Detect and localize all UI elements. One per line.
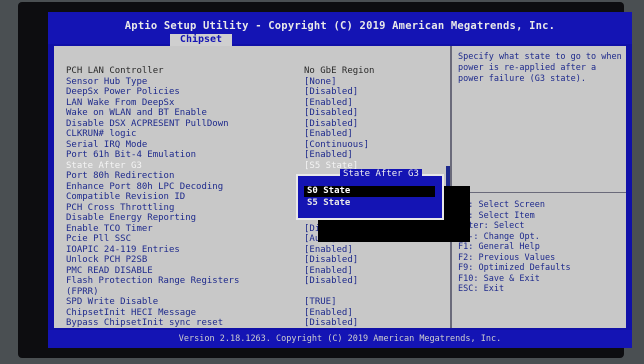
setting-row[interactable]: Wake on WLAN and BT Enable [Disabled] xyxy=(66,108,446,118)
main-panel: PCH LAN Controller No GbE Region Sensor Hu… xyxy=(54,46,626,328)
setting-label: PCH LAN Controller xyxy=(66,66,164,76)
help-text: Specify what state to go to when power i… xyxy=(458,52,622,84)
key-select-item: ↑↓: Select Item xyxy=(458,210,535,221)
setting-value[interactable]: [Continuous] xyxy=(304,140,369,150)
setting-label: Unlock PCH P2SB xyxy=(66,255,148,265)
setting-label: SPD Write Disable xyxy=(66,297,159,307)
key-select-screen: →←: Select Screen xyxy=(458,200,545,210)
setting-value[interactable]: [Disabled] xyxy=(304,255,358,265)
monitor-bezel: Aptio Setup Utility - Copyright (C) 2019… xyxy=(18,2,632,358)
key-f9: F9: Optimized Defaults xyxy=(458,263,571,273)
help-divider xyxy=(452,192,626,193)
setting-row[interactable]: CLKRUN# logic [Enabled] xyxy=(66,129,446,139)
setting-label: Sensor Hub Type xyxy=(66,76,148,87)
option-s5-state[interactable]: S5 State xyxy=(304,198,435,209)
footer-version: Version 2.18.1263. Copyright (C) 2019 Am… xyxy=(48,330,632,348)
key-f2: F2: Previous Values xyxy=(458,252,556,263)
setting-row[interactable]: LAN Wake From DeepSx [Enabled] xyxy=(66,98,446,108)
popup-title: State After G3 xyxy=(340,169,422,179)
setting-label: Serial IRQ Mode xyxy=(66,139,148,150)
key-esc: ESC: Exit xyxy=(458,284,505,294)
setting-label: Compatible Revision ID xyxy=(66,192,186,202)
setting-value[interactable]: [Enabled] xyxy=(304,308,353,318)
setting-value[interactable]: [Disabled] xyxy=(304,87,358,97)
setting-label: Port 80h Redirection xyxy=(66,171,175,181)
setting-row[interactable]: Unlock PCH P2SB [Disabled] xyxy=(66,255,446,265)
setting-value[interactable]: [Enabled] xyxy=(304,266,353,276)
title-bar: Aptio Setup Utility - Copyright (C) 2019… xyxy=(48,12,632,46)
setting-row[interactable]: (FPRR) xyxy=(66,287,446,297)
key-legend: →←: Select Screen ↑↓: Select Item Enter:… xyxy=(458,200,624,295)
setting-value[interactable]: [TRUE] xyxy=(304,297,337,307)
setting-row[interactable]: Flash Protection Range Registers [Disable… xyxy=(66,276,446,286)
setting-label: PMC READ DISABLE xyxy=(66,265,153,276)
tab-chipset[interactable]: Chipset xyxy=(170,34,232,46)
state-after-g3-popup: State After G3 S0 State S5 State xyxy=(296,169,444,220)
key-f1: F1: General Help xyxy=(458,242,540,252)
setting-value[interactable]: [Enabled] xyxy=(304,98,353,108)
setting-row[interactable]: ChipsetInit HECI Message [Enabled] xyxy=(66,308,446,318)
setting-label: Disable DSX ACPRESENT PullDown xyxy=(66,118,229,129)
setting-row[interactable]: Port 61h Bit-4 Emulation [Enabled] xyxy=(66,150,446,160)
setting-row[interactable]: Serial IRQ Mode [Continuous] xyxy=(66,140,446,150)
setting-label: Bypass ChipsetInit sync reset xyxy=(66,318,224,328)
setting-row[interactable]: PMC READ DISABLE [Enabled] xyxy=(66,266,446,276)
setting-row[interactable]: Bypass ChipsetInit sync reset [Disabled] xyxy=(66,318,446,328)
setting-value[interactable]: [None] xyxy=(304,77,337,87)
setting-label: Pcie Pll SSC xyxy=(66,234,132,244)
setting-row[interactable]: Disable DSX ACPRESENT PullDown [Disabled] xyxy=(66,119,446,129)
option-s0-state[interactable]: S0 State xyxy=(304,186,435,197)
setting-label: Flash Protection Range Registers xyxy=(66,276,240,286)
setting-label: Enhance Port 80h LPC Decoding xyxy=(66,181,224,192)
setting-label: Enable TCO Timer xyxy=(66,223,153,234)
setting-label: Wake on WLAN and BT Enable xyxy=(66,108,207,118)
setting-row[interactable]: IOAPIC 24-119 Entries [Enabled] xyxy=(66,245,446,255)
setting-value[interactable]: [Disabled] xyxy=(304,119,358,129)
setting-label: ChipsetInit HECI Message xyxy=(66,307,197,318)
key-f10: F10: Save & Exit xyxy=(458,273,540,284)
setting-value[interactable]: [Enabled] xyxy=(304,245,353,255)
setting-value[interactable]: [Enabled] xyxy=(304,150,353,160)
setting-label: Disable Energy Reporting xyxy=(66,213,197,223)
setting-label: Port 61h Bit-4 Emulation xyxy=(66,150,197,160)
setting-label: State After G3 xyxy=(66,160,142,171)
setting-label: PCH Cross Throttling xyxy=(66,202,175,213)
setting-value[interactable]: [Disabled] xyxy=(304,276,358,286)
setting-label: IOAPIC 24-119 Entries xyxy=(66,244,180,255)
setting-value[interactable]: [Enabled] xyxy=(304,129,353,139)
setting-value[interactable]: [Disabled] xyxy=(304,108,358,118)
setting-value: No GbE Region xyxy=(304,66,375,76)
setting-row[interactable]: SPD Write Disable [TRUE] xyxy=(66,297,446,307)
key-change-opt: +/-: Change Opt. xyxy=(458,231,540,242)
setting-label: CLKRUN# logic xyxy=(66,129,137,139)
setting-row[interactable]: Sensor Hub Type [None] xyxy=(66,77,446,87)
setting-label: DeepSx Power Policies xyxy=(66,87,180,97)
bios-screen: Aptio Setup Utility - Copyright (C) 2019… xyxy=(48,12,632,348)
setting-row[interactable]: DeepSx Power Policies [Disabled] xyxy=(66,87,446,97)
setting-row: PCH LAN Controller No GbE Region xyxy=(66,66,446,76)
key-enter: Enter: Select xyxy=(458,221,525,231)
setting-label: LAN Wake From DeepSx xyxy=(66,97,175,108)
setting-value[interactable]: [Disabled] xyxy=(304,318,358,328)
setting-label: (FPRR) xyxy=(66,286,99,297)
app-title: Aptio Setup Utility - Copyright (C) 2019… xyxy=(124,20,556,32)
